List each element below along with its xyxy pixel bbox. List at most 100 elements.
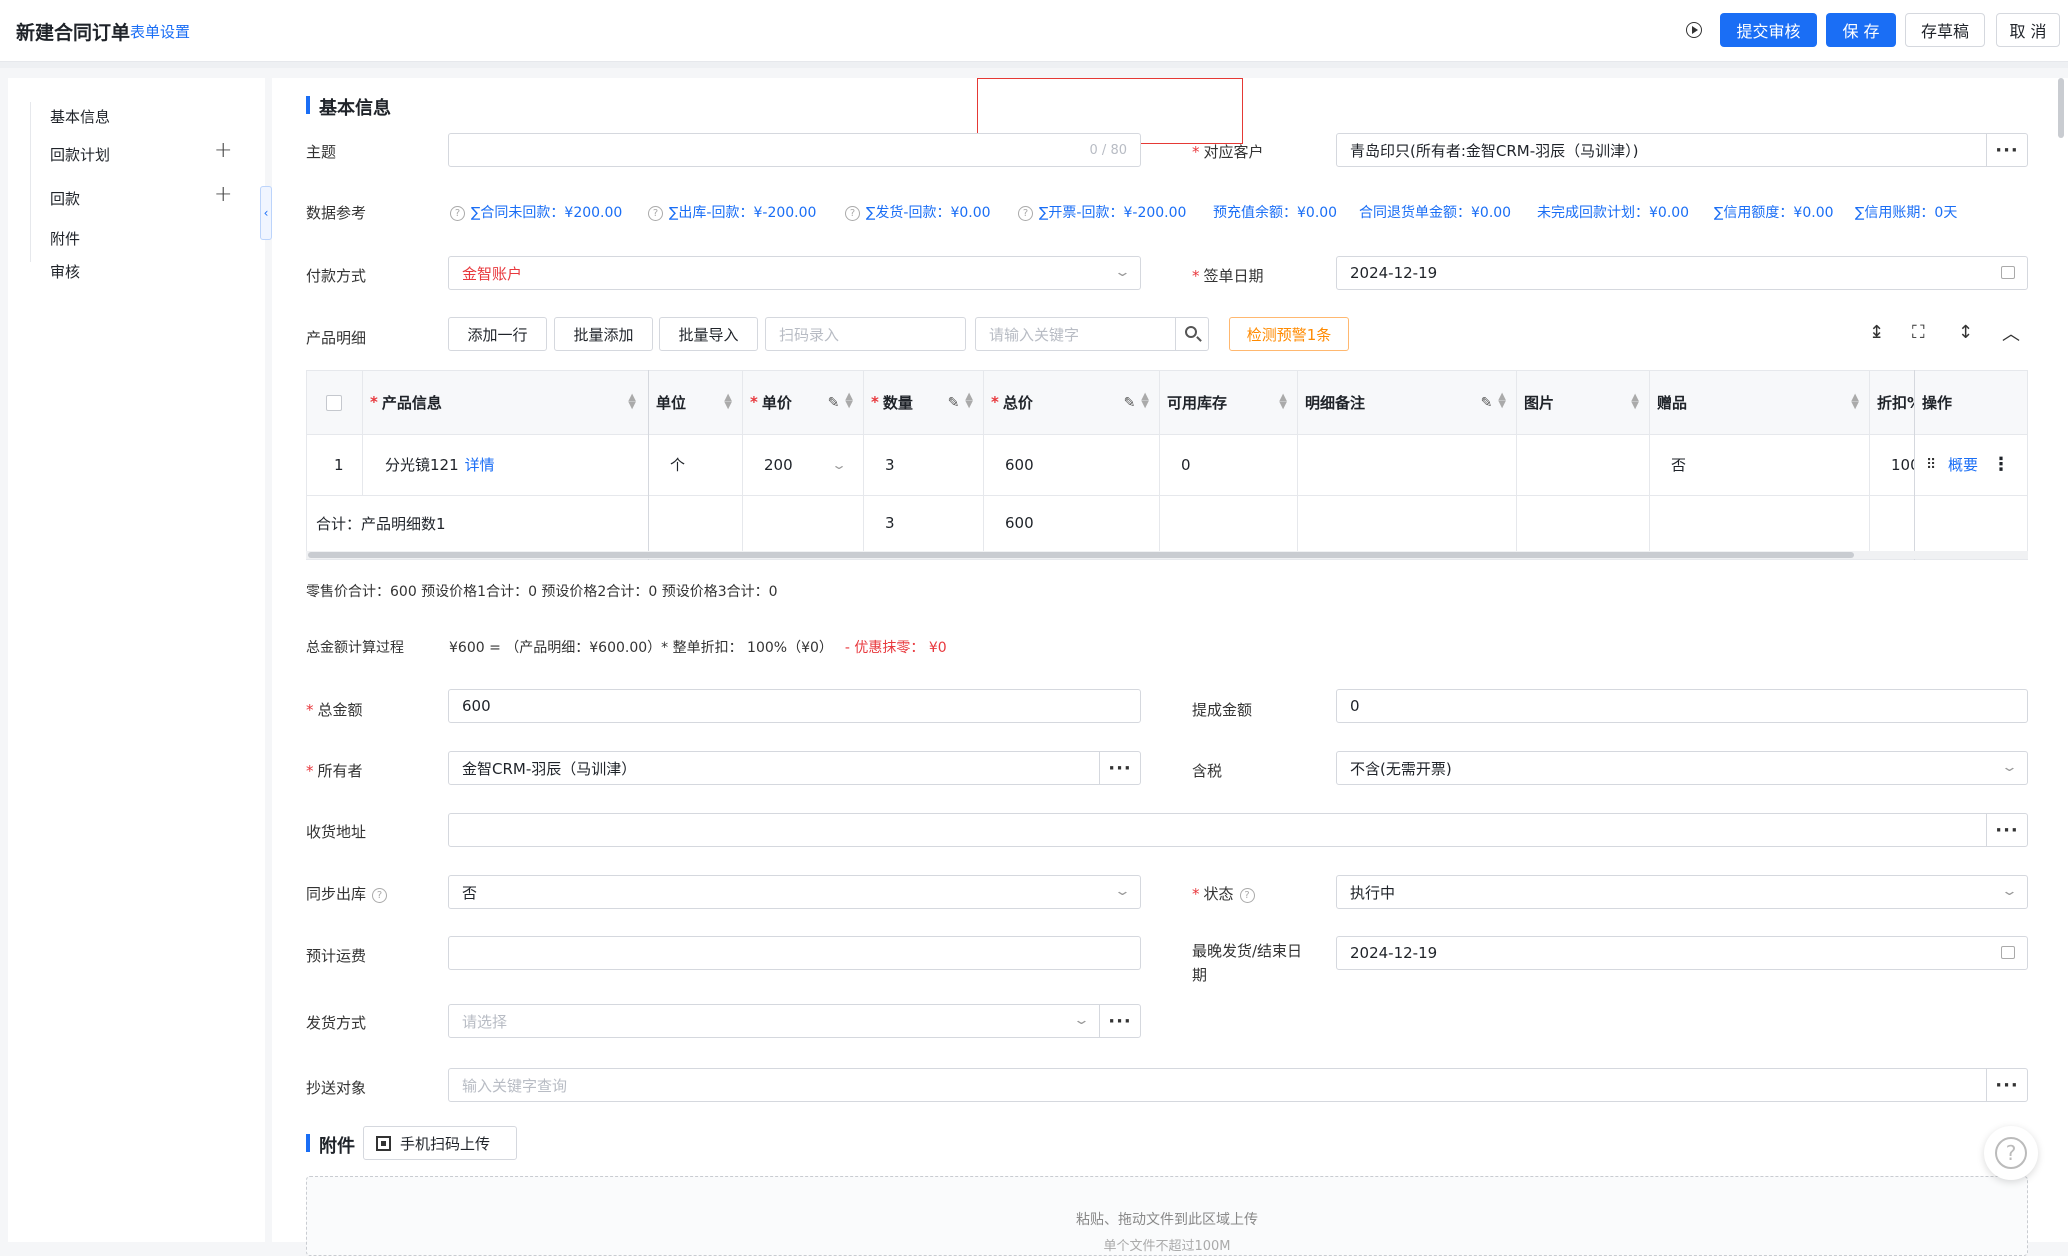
- help-float-button[interactable]: ?: [1984, 1126, 2038, 1180]
- tax-select[interactable]: 不含(无需开票) ⌄: [1336, 751, 2028, 785]
- batch-import-button[interactable]: 批量导入: [659, 317, 758, 351]
- owner-input[interactable]: 金智CRM-羽辰（马训津）: [448, 751, 1100, 785]
- status-label: * 状态?: [1192, 883, 1261, 904]
- subject-input[interactable]: 0 / 80: [448, 133, 1141, 167]
- chevron-down-icon: ⌄: [830, 457, 848, 472]
- nav-basic-info[interactable]: 基本信息: [50, 106, 110, 127]
- warning-check-button[interactable]: 检测预警1条: [1229, 317, 1349, 351]
- customer-input[interactable]: 青岛印只(所有者:金智CRM-羽辰（马训津）): [1336, 133, 1987, 167]
- calendar-icon: [2001, 266, 2015, 279]
- cancel-button[interactable]: 取 消: [1996, 13, 2060, 47]
- th-price[interactable]: * 单价 ✎ ▲ ▼: [742, 370, 863, 434]
- help-icon: ?: [1239, 888, 1255, 903]
- sort-icon: ▲ ▼: [1279, 392, 1287, 411]
- customer-label: * 对应客户: [1192, 143, 1264, 161]
- table-scrollbar[interactable]: [306, 551, 2028, 559]
- row-height-icon[interactable]: ↨: [1869, 322, 1884, 343]
- customer-more-icon[interactable]: ···: [1986, 133, 2028, 167]
- product-cell[interactable]: 分光镜121 详情: [377, 434, 495, 495]
- pay-method-label: 付款方式: [306, 267, 367, 285]
- save-button[interactable]: 保 存: [1826, 13, 1896, 47]
- play-icon[interactable]: [1686, 22, 1702, 38]
- cc-input[interactable]: 输入关键字查询: [448, 1068, 1987, 1102]
- collapse-nav-icon[interactable]: ‹: [260, 186, 272, 240]
- th-product[interactable]: * 产品信息 ▲ ▼: [362, 370, 648, 434]
- sort-vertical-icon[interactable]: ↕: [1958, 322, 1973, 343]
- ref-item-8[interactable]: ∑信用额度：¥0.00: [1714, 202, 1834, 222]
- address-input[interactable]: [448, 813, 1987, 847]
- ref-item-3[interactable]: ? ∑发货-回款：¥0.00: [845, 202, 991, 222]
- owner-label: * 所有者: [306, 762, 363, 780]
- price-cell[interactable]: 200 ⌄: [756, 434, 856, 495]
- chevron-down-icon: ⌄: [1113, 884, 1132, 899]
- batch-add-button[interactable]: 批量添加: [554, 317, 653, 351]
- mobile-upload-button[interactable]: 手机扫码上传: [363, 1126, 517, 1160]
- th-gift[interactable]: 赠品 ▲ ▼: [1649, 370, 1869, 434]
- freight-input[interactable]: [448, 936, 1141, 970]
- ref-item-2[interactable]: ? ∑出库-回款：¥-200.00: [648, 202, 816, 222]
- latest-date-input[interactable]: 2024-12-19: [1336, 936, 2028, 970]
- unit-cell[interactable]: 个: [662, 434, 685, 495]
- upload-dropzone[interactable]: 粘贴、拖动文件到此区域上传 单个文件不超过100M: [306, 1176, 2028, 1256]
- ref-item-7[interactable]: 未完成回款计划：¥0.00: [1537, 202, 1689, 222]
- th-qty[interactable]: * 数量 ✎ ▲ ▼: [863, 370, 983, 434]
- chevron-down-icon: ⌄: [2000, 884, 2019, 899]
- edit-icon: ✎: [1123, 395, 1136, 411]
- more-vertical-icon[interactable]: ⋮: [1984, 434, 2010, 495]
- ref-item-1[interactable]: ? ∑合同未回款：¥200.00: [450, 202, 622, 222]
- qty-cell[interactable]: 3: [877, 434, 895, 495]
- total-input[interactable]: 600: [448, 689, 1141, 723]
- submit-review-button[interactable]: 提交审核: [1720, 13, 1817, 47]
- ref-item-9[interactable]: ∑信用账期：0天: [1855, 202, 1957, 222]
- gift-cell[interactable]: 否: [1663, 434, 1686, 495]
- drag-handle-icon[interactable]: ⠿: [1918, 434, 1936, 495]
- scan-input[interactable]: 扫码录入: [765, 317, 966, 351]
- nav-payment[interactable]: 回款: [50, 188, 80, 209]
- sort-icon: ▲ ▼: [845, 391, 853, 410]
- nav-attachment[interactable]: 附件: [50, 228, 80, 249]
- address-more-icon[interactable]: ···: [1986, 813, 2028, 847]
- th-discount[interactable]: 折扣%: [1869, 370, 1914, 434]
- th-remark[interactable]: 明细备注 ✎ ▲ ▼: [1297, 370, 1516, 434]
- nav-payment-plan[interactable]: 回款计划: [50, 144, 110, 165]
- th-total[interactable]: * 总价 ✎ ▲ ▼: [983, 370, 1159, 434]
- add-payment-plan-icon[interactable]: +: [214, 138, 232, 163]
- th-stock[interactable]: 可用库存 ▲ ▼: [1159, 370, 1297, 434]
- ref-item-4[interactable]: ? ∑开票-回款：¥-200.00: [1018, 202, 1186, 222]
- th-operation: 操作: [1922, 393, 1953, 412]
- sign-date-input[interactable]: 2024-12-19: [1336, 256, 2028, 290]
- sort-icon: ▲ ▼: [628, 392, 636, 411]
- th-image[interactable]: 图片 ▲ ▼: [1516, 370, 1649, 434]
- row-index: 1: [334, 455, 344, 474]
- th-unit[interactable]: 单位 ▲ ▼: [648, 370, 742, 434]
- status-select[interactable]: 执行中 ⌄: [1336, 875, 2028, 909]
- select-all-checkbox[interactable]: [326, 395, 342, 411]
- pay-method-select[interactable]: 金智账户 ⌄: [448, 256, 1141, 290]
- ref-item-5[interactable]: 预充值余额：¥0.00: [1213, 202, 1337, 222]
- save-draft-button[interactable]: 存草稿: [1905, 13, 1985, 47]
- commission-input[interactable]: 0: [1336, 689, 2028, 723]
- page-scrollbar[interactable]: [2058, 78, 2064, 138]
- footer-qty: 3: [885, 514, 895, 532]
- ref-item-6[interactable]: 合同退货单金额：¥0.00: [1359, 202, 1511, 222]
- nav-review[interactable]: 审核: [50, 261, 80, 282]
- ship-method-select[interactable]: 请选择 ⌄: [448, 1004, 1100, 1038]
- summary-link[interactable]: 概要: [1940, 434, 1978, 495]
- cc-more-icon[interactable]: ···: [1986, 1068, 2028, 1102]
- collapse-up-icon[interactable]: ︿: [2002, 320, 2020, 346]
- total-label: * 总金额: [306, 701, 363, 719]
- sync-select[interactable]: 否 ⌄: [448, 875, 1141, 909]
- owner-more-icon[interactable]: ···: [1099, 751, 1141, 785]
- ship-more-icon[interactable]: ···: [1099, 1004, 1141, 1038]
- add-payment-icon[interactable]: +: [214, 182, 232, 207]
- discount-cell[interactable]: 100%: [1883, 434, 1914, 495]
- form-settings-link[interactable]: 表单设置: [130, 21, 190, 42]
- total-cell[interactable]: 600: [997, 434, 1034, 495]
- keyword-input[interactable]: 请输入关键字: [975, 317, 1176, 351]
- fullscreen-icon[interactable]: ⛶: [1912, 322, 1925, 343]
- product-detail-link[interactable]: 详情: [465, 454, 495, 475]
- add-row-button[interactable]: 添加一行: [448, 317, 547, 351]
- search-icon[interactable]: [1175, 317, 1209, 351]
- sync-label: 同步出库?: [306, 883, 393, 904]
- edit-icon: ✎: [827, 395, 840, 411]
